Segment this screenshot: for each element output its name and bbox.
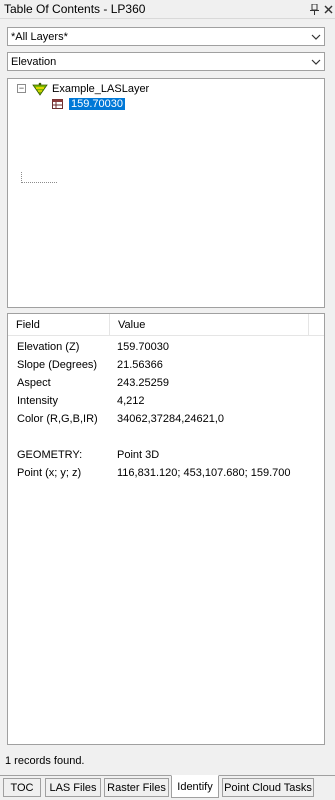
panel-tabbar: TOC LAS Files Raster Files Identify Poin… xyxy=(0,775,335,800)
tree-node-label: Example_LASLayer xyxy=(52,82,150,95)
value-cell: 243.25259 xyxy=(117,377,169,389)
layer-tree[interactable]: − Example_LASLayer 159.70030 xyxy=(7,78,325,308)
tab-las-files[interactable]: LAS Files xyxy=(45,778,101,797)
tab-toc[interactable]: TOC xyxy=(3,778,41,797)
field-cell: Elevation (Z) xyxy=(17,341,80,353)
table-row: GEOMETRY: Point 3D xyxy=(8,446,159,464)
field-cell: Slope (Degrees) xyxy=(17,359,98,371)
column-header-field[interactable]: Field xyxy=(8,314,110,335)
value-cell: Point 3D xyxy=(117,449,160,461)
column-header-value[interactable]: Value xyxy=(110,314,309,335)
table-row: Point (x; y; z) 116,831.120; 453,107.680… xyxy=(8,464,291,482)
table-row: Slope (Degrees) 21.56366 xyxy=(8,356,163,374)
value-cell: 116,831.120; 453,107.680; 159.700 xyxy=(117,467,291,479)
value-cell: 4,212 xyxy=(117,395,145,407)
layer-select[interactable]: *All Layers* xyxy=(7,27,325,46)
tab-raster-files[interactable]: Raster Files xyxy=(104,778,169,797)
chevron-down-icon[interactable] xyxy=(308,59,324,65)
field-cell: Intensity xyxy=(17,395,58,407)
table-row: Intensity 4,212 xyxy=(8,392,145,410)
tab-identify[interactable]: Identify xyxy=(171,775,219,798)
table-row: Color (R,G,B,IR) 34062,37284,24621,0 xyxy=(8,410,224,428)
table-row xyxy=(8,428,117,446)
tree-node-label-selected[interactable]: 159.70030 xyxy=(69,97,125,110)
tree-connector xyxy=(21,182,57,183)
value-cell: 21.56366 xyxy=(117,359,163,371)
status-text: 1 records found. xyxy=(5,755,85,767)
las-layer-icon xyxy=(32,82,48,96)
tree-node-root[interactable]: − Example_LASLayer xyxy=(17,81,149,96)
tab-point-cloud-tasks[interactable]: Point Cloud Tasks xyxy=(222,778,314,797)
attribute-select[interactable]: Elevation xyxy=(7,52,325,71)
field-cell: Aspect xyxy=(17,377,51,389)
collapse-icon[interactable]: − xyxy=(17,84,26,93)
close-icon[interactable] xyxy=(321,1,335,17)
table-row: Elevation (Z) 159.70030 xyxy=(8,338,169,356)
grid-header: Field Value xyxy=(8,314,324,336)
attribute-select-value: Elevation xyxy=(11,55,57,68)
layer-select-value: *All Layers* xyxy=(11,30,68,43)
field-cell: Color (R,G,B,IR) xyxy=(17,413,98,425)
panel-titlebar: Table Of Contents - LP360 xyxy=(0,0,335,19)
chevron-down-icon[interactable] xyxy=(308,34,324,40)
pin-icon[interactable] xyxy=(307,1,321,17)
value-cell: 34062,37284,24621,0 xyxy=(117,413,225,425)
table-icon xyxy=(52,98,63,109)
field-cell: Point (x; y; z) xyxy=(17,467,82,479)
tree-node-child[interactable]: 159.70030 xyxy=(52,96,125,111)
value-cell: 159.70030 xyxy=(117,341,169,353)
field-cell: GEOMETRY: xyxy=(17,449,83,461)
table-row: Aspect 243.25259 xyxy=(8,374,169,392)
identify-results-grid[interactable]: Field Value Elevation (Z) 159.70030 Slop… xyxy=(7,313,325,745)
panel-title: Table Of Contents - LP360 xyxy=(4,2,146,16)
